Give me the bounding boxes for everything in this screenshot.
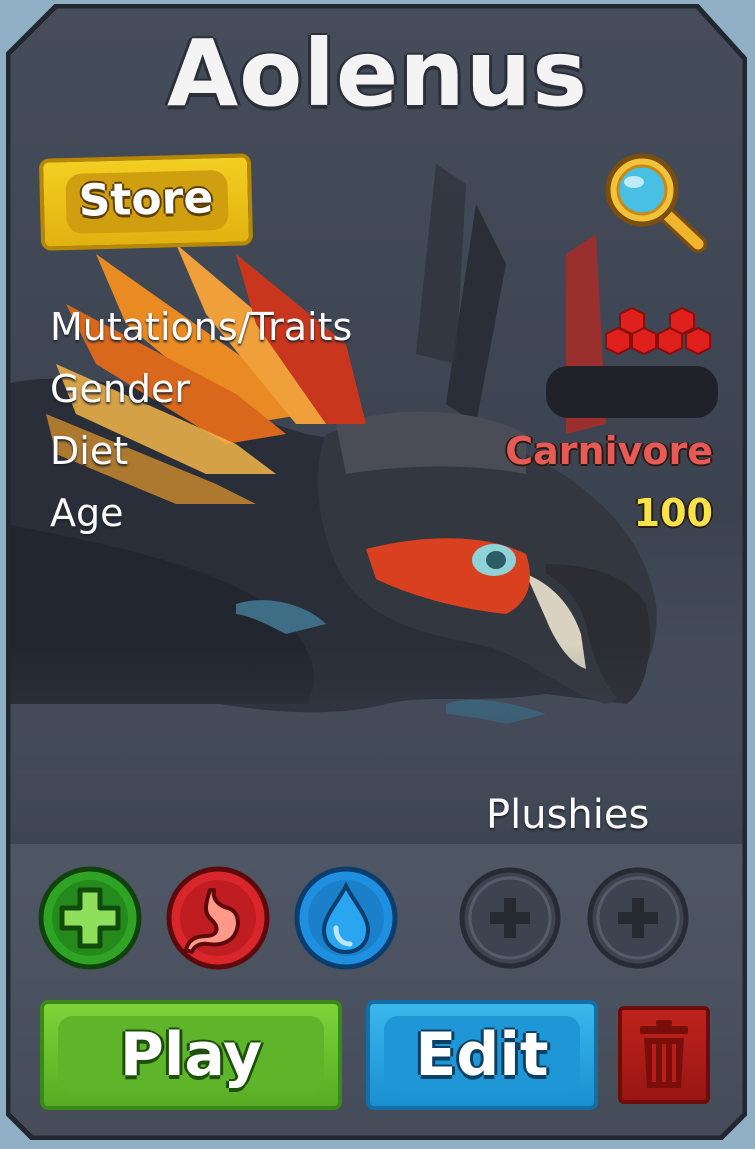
mutation-cluster-icon[interactable] (600, 300, 718, 364)
play-button-label: Play (119, 1020, 263, 1090)
edit-button[interactable]: Edit (366, 1000, 598, 1110)
stat-label-diet: Diet (50, 429, 129, 473)
stat-value-age: 100 (633, 491, 713, 535)
plus-icon (38, 866, 142, 970)
creature-name: Aolenus (166, 20, 589, 127)
plus-icon (587, 867, 689, 969)
plushie-slot-1[interactable] (458, 866, 562, 970)
edit-button-label: Edit (415, 1020, 549, 1090)
magnifier-icon[interactable] (598, 150, 710, 254)
store-button[interactable]: Store (38, 153, 254, 251)
plushies-label: Plushies (486, 792, 650, 838)
stomach-icon (166, 866, 270, 970)
drink-button[interactable] (294, 866, 398, 970)
feed-button[interactable] (166, 866, 270, 970)
heal-button[interactable] (38, 866, 142, 970)
stat-label-gender: Gender (50, 367, 191, 411)
delete-button[interactable] (618, 1006, 710, 1104)
plushie-slot-2[interactable] (586, 866, 690, 970)
store-button-label: Store (78, 172, 214, 227)
stat-value-diet: Carnivore (505, 429, 713, 473)
trash-icon (640, 1020, 688, 1088)
water-drop-icon (294, 866, 398, 970)
play-button[interactable]: Play (40, 1000, 342, 1110)
stat-label-mutations: Mutations/Traits (50, 305, 353, 349)
plus-icon (459, 867, 561, 969)
stat-label-age: Age (50, 491, 124, 535)
gender-value-redacted (546, 366, 718, 418)
